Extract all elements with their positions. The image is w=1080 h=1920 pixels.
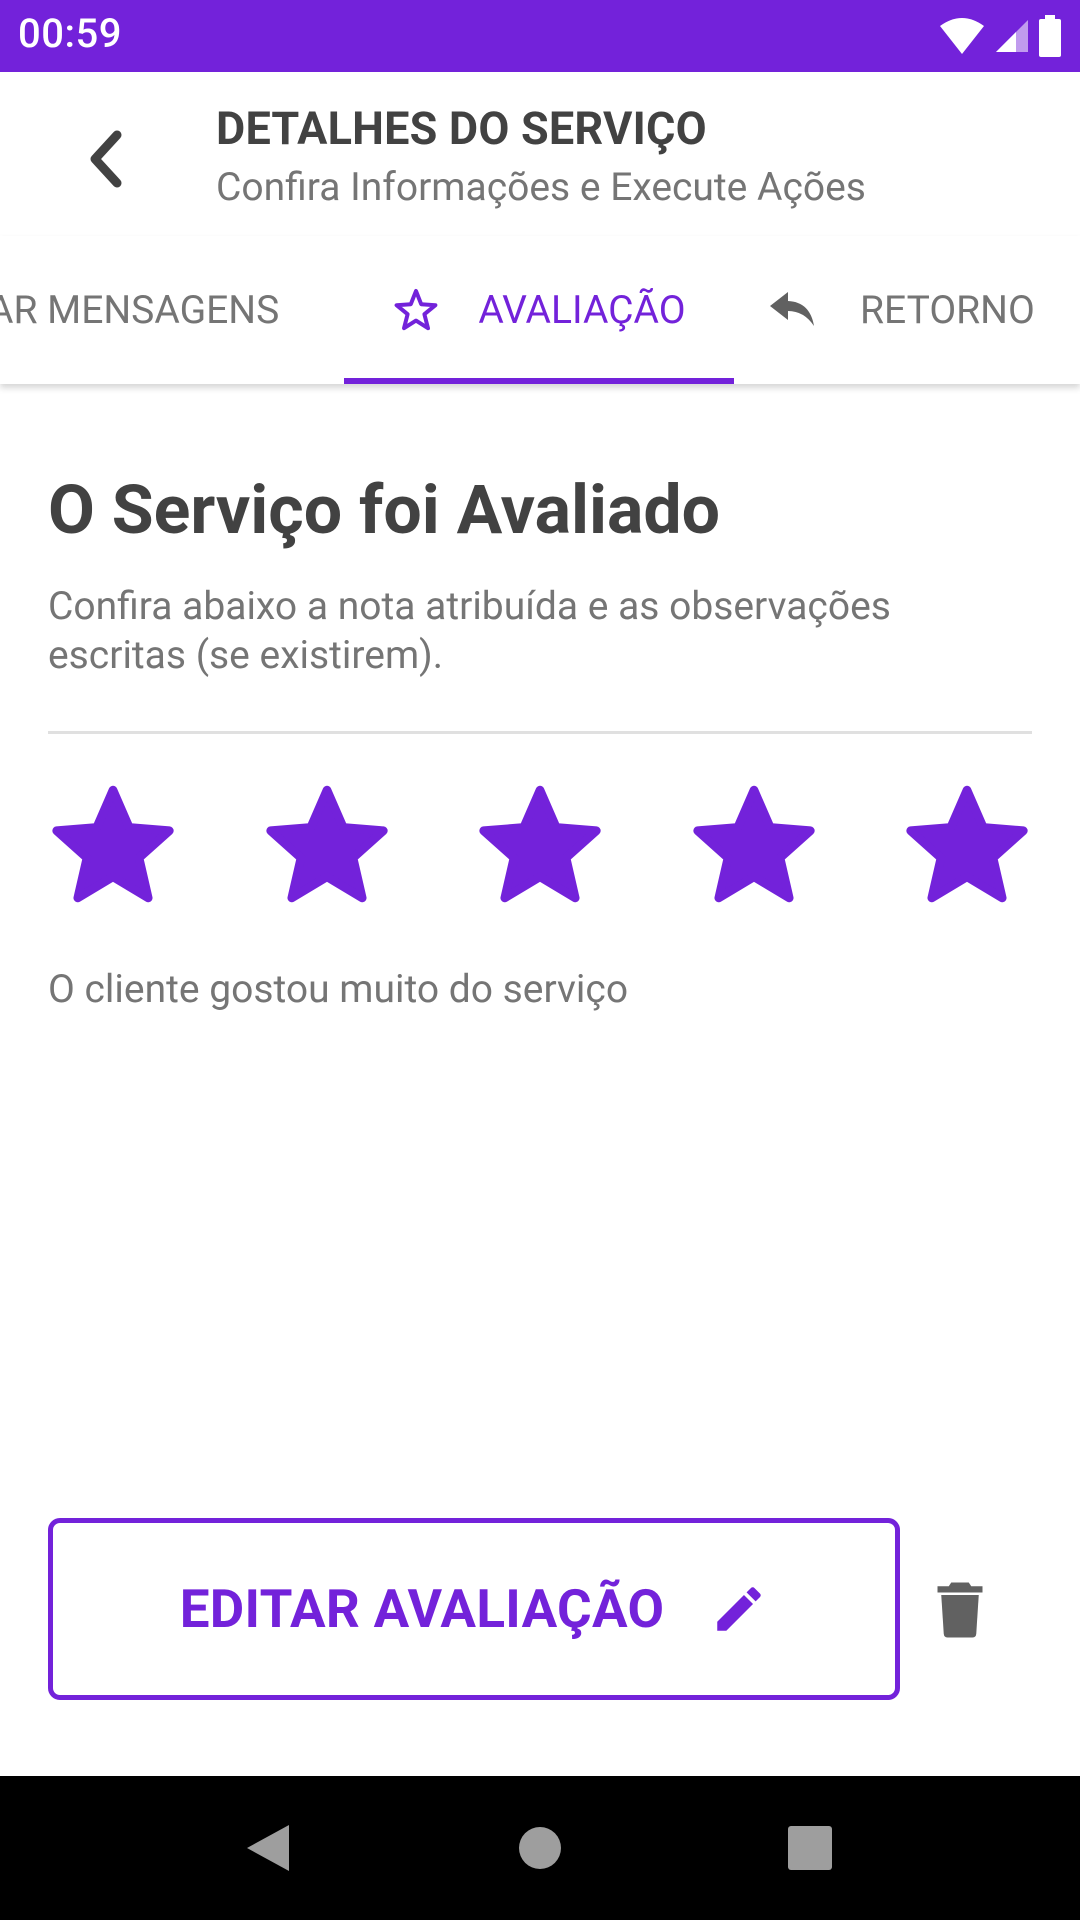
cellular-signal-icon xyxy=(996,20,1028,52)
tab-label: AVALIAÇÃO xyxy=(478,287,686,333)
tab-avaliacao[interactable]: AVALIAÇÃO xyxy=(344,236,734,384)
square-recents-icon xyxy=(788,1826,832,1870)
tab-retorno[interactable]: RETORNO xyxy=(768,236,1035,384)
star-outline-icon xyxy=(392,287,440,333)
status-bar: 00:59 xyxy=(0,0,1080,72)
edit-rating-label: EDITAR AVALIAÇÃO xyxy=(179,1578,665,1640)
tab-indicator xyxy=(344,378,734,384)
nav-back-button[interactable] xyxy=(236,1816,300,1880)
pencil-icon xyxy=(717,1587,762,1631)
status-time: 00:59 xyxy=(18,10,122,57)
battery-icon xyxy=(1039,15,1061,57)
tab-label: AR MENSAGENS xyxy=(0,287,280,333)
app-header: DETALHES DO SERVIÇO Confira Informações … xyxy=(0,72,1080,236)
divider xyxy=(48,731,1032,734)
nav-recents-button[interactable] xyxy=(778,1816,842,1880)
edit-rating-button[interactable]: EDITAR AVALIAÇÃO xyxy=(48,1518,900,1700)
tab-bar: AR MENSAGENS AVALIAÇÃO RETORNO xyxy=(0,236,1080,384)
status-icons xyxy=(938,12,1062,60)
circle-home-icon xyxy=(519,1827,561,1869)
page-subtitle: Confira Informações e Execute Ações xyxy=(216,164,866,210)
reply-icon xyxy=(768,290,816,330)
wifi-icon xyxy=(940,18,984,54)
triangle-back-icon xyxy=(247,1825,289,1871)
trash-icon xyxy=(937,1582,983,1638)
star-icon xyxy=(906,785,1028,903)
delete-rating-button[interactable] xyxy=(920,1570,1000,1650)
star-icon xyxy=(479,785,601,903)
chevron-left-icon xyxy=(90,130,122,188)
star-icon xyxy=(52,785,174,903)
rating-title: O Serviço foi Avaliado xyxy=(48,470,721,550)
rating-description: Confira abaixo a nota atribuída e as obs… xyxy=(48,583,891,678)
tab-mensagens[interactable]: AR MENSAGENS xyxy=(0,236,279,384)
page-title: DETALHES DO SERVIÇO xyxy=(216,102,707,155)
tab-label: RETORNO xyxy=(860,287,1035,333)
back-button[interactable] xyxy=(70,124,140,194)
star-icon xyxy=(692,785,815,903)
rating-comment: O cliente gostou muito do serviço xyxy=(48,966,629,1012)
star-rating xyxy=(48,782,1032,912)
star-icon xyxy=(265,785,388,903)
system-nav-bar xyxy=(0,1776,1080,1920)
nav-home-button[interactable] xyxy=(508,1816,572,1880)
